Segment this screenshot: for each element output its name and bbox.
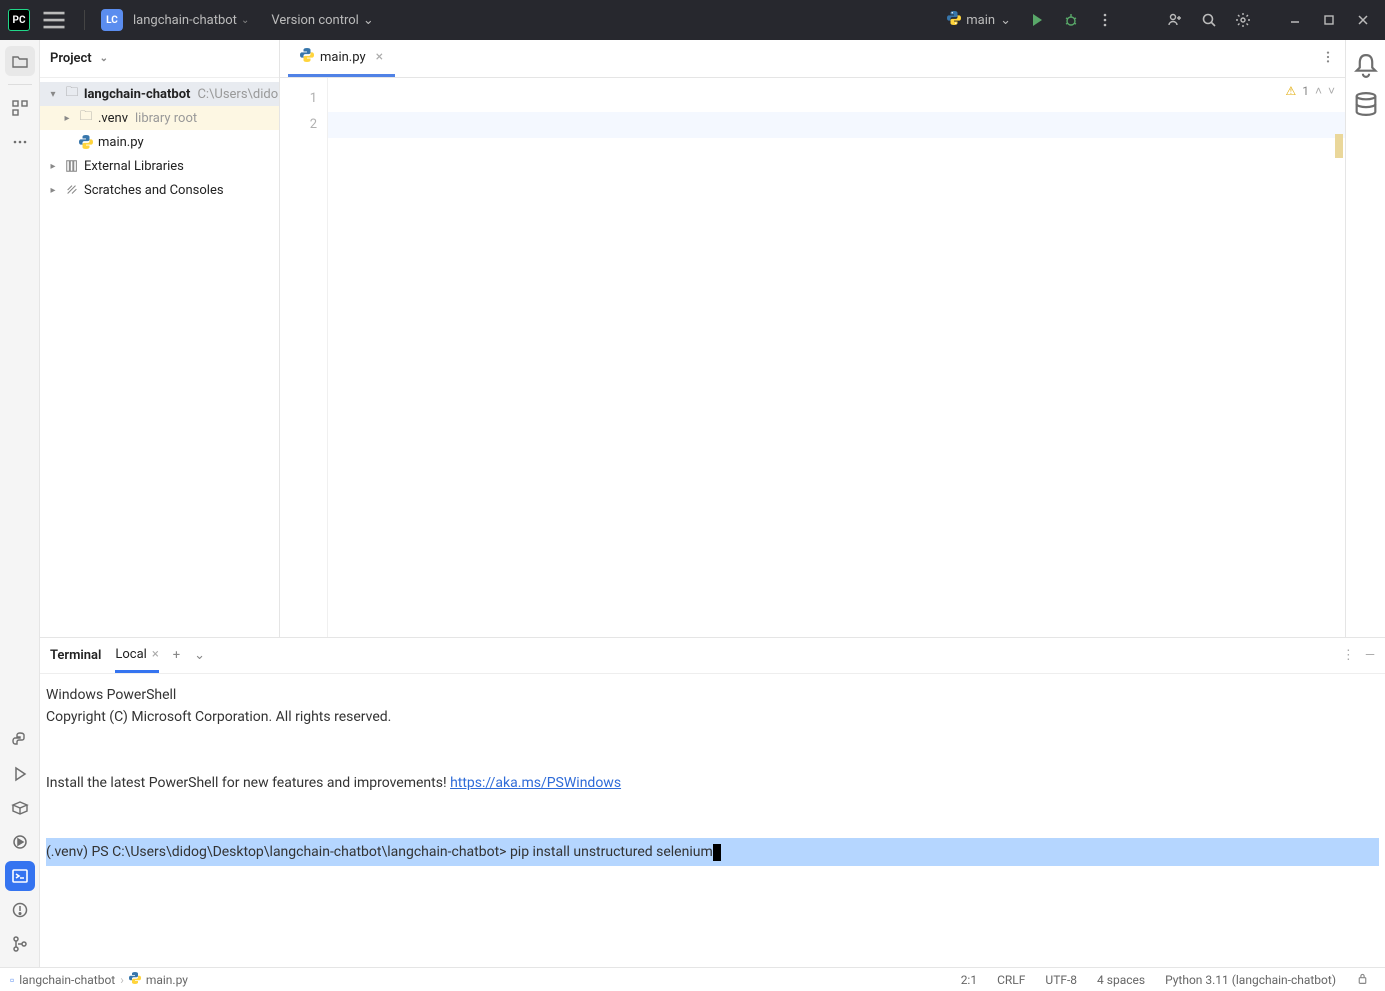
project-header-label: Project (50, 51, 92, 66)
folder-icon: 🗀 (64, 83, 80, 105)
debug-button[interactable] (1057, 6, 1085, 34)
run-button[interactable] (1023, 6, 1051, 34)
tree-node-label: External Libraries (84, 159, 184, 174)
tree-node-path: C:\Users\dido (197, 87, 278, 102)
close-tab-icon[interactable]: × (376, 49, 383, 65)
tree-external-libraries[interactable]: External Libraries (40, 154, 279, 178)
module-icon: ▫ (10, 973, 14, 987)
code-with-me-icon[interactable] (1161, 6, 1189, 34)
editor-code-area[interactable] (328, 78, 1345, 637)
tree-root-folder[interactable]: 🗀 langchain-chatbot C:\Users\dido (40, 82, 279, 106)
pycharm-logo-icon: PC (8, 9, 30, 31)
python-icon (947, 11, 961, 29)
run-configuration-dropdown[interactable]: main ⌄ (947, 11, 1011, 29)
tree-node-label: Scratches and Consoles (84, 183, 224, 198)
chevron-down-icon: ⌄ (1000, 13, 1011, 28)
run-tool-icon[interactable] (5, 759, 35, 789)
warning-count: 1 (1302, 84, 1309, 98)
database-tool-icon[interactable] (1352, 90, 1380, 118)
tree-node-tag: library root (135, 111, 197, 126)
terminal-dropdown-icon[interactable]: ⌄ (194, 648, 205, 663)
breadcrumb-item: main.py (146, 973, 188, 987)
line-separator[interactable]: CRLF (991, 973, 1031, 987)
version-control-label: Version control (271, 13, 359, 28)
search-icon[interactable] (1195, 6, 1223, 34)
python-file-icon (129, 972, 141, 987)
problems-tool-icon[interactable] (5, 895, 35, 925)
terminal-options-icon[interactable]: ⋮ (1342, 648, 1355, 663)
terminal-cursor (713, 844, 721, 861)
editor-marker-strip[interactable] (1331, 78, 1345, 637)
breadcrumb-item: langchain-chatbot (19, 973, 115, 987)
cursor-position[interactable]: 2:1 (955, 973, 983, 987)
chevron-down-icon: ⌄ (363, 13, 374, 28)
terminal-prompt-line[interactable]: (.venv) PS C:\Users\didog\Desktop\langch… (46, 838, 1379, 866)
breadcrumb[interactable]: ▫ langchain-chatbot › main.py (10, 972, 188, 987)
terminal-link[interactable]: https://aka.ms/PSWindows (450, 775, 621, 791)
tree-node-label: .venv (98, 111, 128, 126)
expand-icon[interactable] (46, 161, 60, 172)
expand-icon[interactable] (46, 185, 60, 196)
close-window-icon[interactable] (1349, 6, 1377, 34)
readonly-toggle-icon[interactable] (1350, 972, 1375, 988)
terminal-tool-icon[interactable] (5, 861, 35, 891)
expand-icon[interactable] (60, 113, 74, 124)
python-file-icon (300, 48, 314, 66)
maximize-window-icon[interactable] (1315, 6, 1343, 34)
line-number: 1 (280, 86, 317, 112)
terminal-tab-label: Local (115, 647, 146, 662)
tab-label: main.py (320, 50, 366, 65)
file-encoding[interactable]: UTF-8 (1039, 973, 1083, 987)
terminal-line: Windows PowerShell (46, 684, 1379, 706)
project-name-label: langchain-chatbot (133, 13, 237, 28)
warning-indicator-icon[interactable]: ⚠ (1285, 84, 1296, 98)
project-dropdown[interactable]: langchain-chatbot ⌄ (133, 13, 249, 28)
structure-tool-icon[interactable] (5, 93, 35, 123)
scratches-icon (64, 183, 80, 197)
project-tool-icon[interactable] (5, 46, 35, 76)
main-menu-icon[interactable] (40, 6, 68, 34)
project-badge: LC (101, 9, 123, 31)
run-config-label: main (966, 13, 995, 28)
terminal-tab-local[interactable]: Local × (115, 639, 158, 673)
python-interpreter[interactable]: Python 3.11 (langchain-chatbot) (1159, 973, 1342, 987)
python-packages-icon[interactable] (5, 793, 35, 823)
chevron-down-icon: ⌄ (241, 15, 249, 26)
editor-body[interactable]: 1 2 ⚠ 1 ˄ ˅ (280, 78, 1345, 637)
tree-node-label: langchain-chatbot (84, 87, 190, 102)
editor-gutter: 1 2 (280, 78, 328, 637)
terminal-line: Install the latest PowerShell for new fe… (46, 772, 1379, 794)
terminal-line: Copyright (C) Microsoft Corporation. All… (46, 706, 1379, 728)
folder-icon: 🗀 (78, 107, 94, 129)
editor-more-icon[interactable] (1321, 49, 1335, 68)
close-terminal-tab-icon[interactable]: × (152, 647, 159, 662)
new-terminal-icon[interactable]: + (173, 648, 180, 663)
libraries-icon (64, 159, 80, 173)
terminal-output[interactable]: Windows PowerShell Copyright (C) Microso… (40, 674, 1385, 977)
tree-scratches[interactable]: Scratches and Consoles (40, 178, 279, 202)
vcs-tool-icon[interactable] (5, 929, 35, 959)
tree-node-label: main.py (98, 135, 144, 150)
chevron-down-icon: ⌄ (100, 53, 108, 64)
python-file-icon (78, 135, 94, 149)
more-actions-icon[interactable] (1091, 6, 1119, 34)
editor-tab-main[interactable]: main.py × (288, 40, 395, 77)
settings-gear-icon[interactable] (1229, 6, 1257, 34)
terminal-tab-header[interactable]: Terminal (50, 640, 101, 671)
tree-file-main[interactable]: main.py (40, 130, 279, 154)
indent-config[interactable]: 4 spaces (1091, 973, 1151, 987)
notifications-icon[interactable] (1352, 52, 1380, 80)
services-tool-icon[interactable] (5, 827, 35, 857)
more-tools-icon[interactable] (5, 127, 35, 157)
tree-venv-folder[interactable]: 🗀 .venv library root (40, 106, 279, 130)
prev-highlight-icon[interactable]: ˄ (1315, 84, 1322, 98)
version-control-menu[interactable]: Version control ⌄ (271, 13, 373, 28)
minimize-window-icon[interactable] (1281, 6, 1309, 34)
python-console-icon[interactable] (5, 725, 35, 755)
line-number: 2 (280, 112, 317, 138)
hide-terminal-icon[interactable]: — (1365, 648, 1375, 663)
expand-icon[interactable] (46, 89, 60, 100)
project-panel-header[interactable]: Project ⌄ (40, 40, 279, 78)
